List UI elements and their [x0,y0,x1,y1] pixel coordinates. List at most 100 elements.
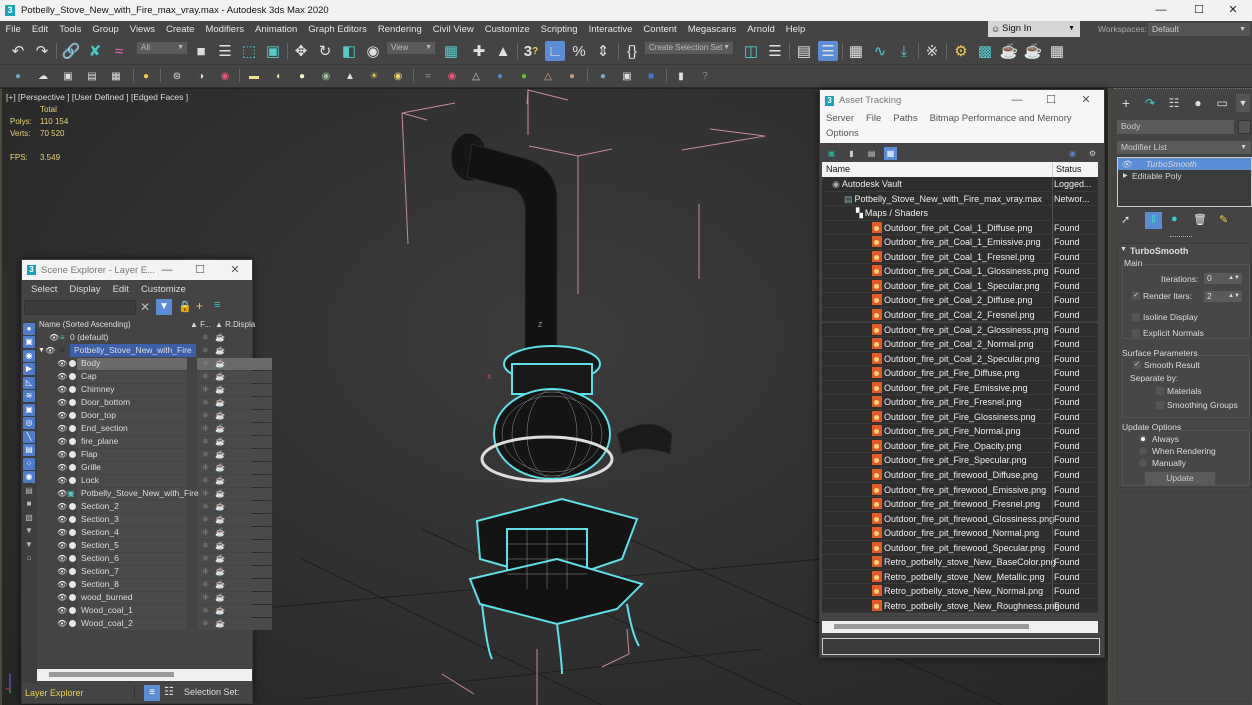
image-icon[interactable]: ▣ [61,69,75,83]
render-in-cloud-icon[interactable]: ☕ [1023,41,1043,61]
window-crossing-icon[interactable]: ▣ [263,41,283,61]
manually-radio[interactable] [1139,459,1147,467]
asset-file-row[interactable]: Outdoor_fire_pit_Coal_2_Glossiness.png Fo… [822,322,1098,337]
visibility-eye-icon[interactable]: 👁 [57,396,67,409]
invert-display-icon[interactable]: ▧ [23,512,35,524]
always-radio[interactable] [1139,435,1147,443]
object-row[interactable]: 👁 Wood_coal_1 ⁜ ☕ [37,604,272,617]
visibility-eye-icon[interactable]: 👁 [57,422,67,435]
keyboard-shortcut-override-icon[interactable]: ▲ [493,41,513,61]
visibility-eye-icon[interactable]: 👁 [57,435,67,448]
spinner-arrows-icon[interactable]: ▲▼ [1228,273,1240,284]
sort-by-layers-icon[interactable]: ≡ [144,685,160,701]
rectangular-selection-icon[interactable]: ⬚ [239,41,259,61]
materials-checkbox[interactable] [1156,387,1164,395]
display-cameras-icon[interactable]: ▶ [23,363,35,375]
display-containers-icon[interactable]: ▤ [23,444,35,456]
show-end-result-icon[interactable]: ‖ [1145,212,1162,229]
smoothing-groups-checkbox[interactable] [1156,401,1164,409]
align-icon[interactable]: ☰ [765,41,785,61]
select-object-icon[interactable]: ■ [191,41,211,61]
menu-edit[interactable]: Edit [26,24,53,35]
freeze-icon[interactable]: ⁜ [202,487,209,500]
maximize-button[interactable]: ☐ [1180,0,1218,21]
explorer-mode-dropdown[interactable]: Layer Explorer [25,686,135,700]
selection-set-label[interactable]: Selection Set: [184,687,240,697]
minimize-button[interactable]: — [152,260,182,280]
angle-snap-icon[interactable]: ∟ [545,41,565,61]
object-name[interactable]: End_section [81,422,128,435]
menu-megascans[interactable]: Megascans [682,24,742,35]
close-button[interactable]: ✕ [1214,0,1252,21]
freeze-icon[interactable]: ⁜ [202,331,209,344]
asset-file-row[interactable]: Retro_potbelly_stove_New_Normal.png Found [822,584,1098,599]
menu-interactive[interactable]: Interactive [583,24,638,35]
renderable-teapot-icon[interactable]: ☕ [215,422,225,435]
freeze-icon[interactable]: ⁜ [202,396,209,409]
asset-tracking-titlebar[interactable]: 3 Asset Tracking — ☐ ✕ [820,90,1104,111]
scrollbar-thumb[interactable] [49,672,174,677]
bind-space-warp-icon[interactable]: ≈ [109,41,129,61]
freeze-icon[interactable]: ⁜ [202,604,209,617]
asset-file-row[interactable]: Outdoor_fire_pit_firewood_Normal.png Foun… [822,526,1098,541]
menu-customize[interactable]: Customize [479,24,535,35]
modifier-stack-item[interactable]: 👁 TurboSmooth [1118,158,1251,170]
utilities-tab-icon[interactable]: ▼ [1236,94,1250,112]
menu-group[interactable]: Group [87,24,124,35]
minimize-button[interactable]: — [1002,90,1032,110]
column-display[interactable]: Displa [233,319,255,331]
display-groups-icon[interactable]: ▣ [23,403,35,416]
at-menu-options[interactable]: Options [820,128,865,139]
curve-editor-icon[interactable]: ∿ [870,41,890,61]
move-icon[interactable]: ✥ [291,41,311,61]
object-row[interactable]: 👁 Cap ⁜ ☕ [37,370,272,383]
freeze-icon[interactable]: ⁜ [202,565,209,578]
object-row[interactable]: 👁 Flap ⁜ ☕ [37,448,272,461]
asset-file-row[interactable]: Retro_potbelly_stove_New_BaseColor.png Fo… [822,555,1098,570]
object-name[interactable]: Section_3 [81,513,119,526]
asset-file-row[interactable]: Outdoor_fire_pit_Fire_Specular.png Found [822,453,1098,468]
select-manipulate-icon[interactable]: ✚ [469,41,489,61]
visibility-eye-icon[interactable]: 👁 [57,578,67,591]
add-layer-icon[interactable]: + [196,299,203,313]
search-input[interactable] [24,300,136,315]
viewport-layouts-icon[interactable]: ▦ [1047,41,1067,61]
fur-icon[interactable]: ≈ [421,69,435,83]
rock-icon[interactable]: ● [565,69,579,83]
asset-file-row[interactable]: Outdoor_fire_pit_firewood_Specular.png Fo… [822,540,1098,556]
ribbon-icon[interactable]: ▦ [846,41,866,61]
asset-file-row[interactable]: Outdoor_fire_pit_Coal_2_Normal.png Found [822,337,1098,352]
link-icon[interactable]: 🔗 [61,41,81,61]
layer-name[interactable]: 0 (default) [70,331,108,344]
cone-icon[interactable]: ▲ [343,69,357,83]
renderable-teapot-icon[interactable]: ☕ [215,331,225,344]
smooth-result-checkbox[interactable]: ✓ [1133,361,1141,369]
filter-settings-icon[interactable]: ▼ [23,525,35,537]
asset-file-row[interactable]: Outdoor_fire_pit_Coal_2_Fresnel.png Found [822,307,1098,323]
display-helpers-icon[interactable]: ◺ [23,376,35,389]
object-row[interactable]: 👁 Door_bottom ⁜ ☕ [37,396,272,409]
display-none-icon[interactable]: ■ [23,498,35,510]
collapse-icon[interactable]: ▼ [1120,246,1127,253]
visibility-eye-icon[interactable]: 👁 [45,344,55,357]
renderable-teapot-icon[interactable]: ☕ [215,591,225,604]
workspaces-dropdown[interactable]: Default ▼ [1148,23,1250,36]
rendered-frame-window-icon[interactable]: ▩ [975,41,995,61]
freeze-icon[interactable]: ⁜ [202,461,209,474]
object-row[interactable]: 👁 Body ⁜ ☕ [37,357,272,370]
layer-row[interactable]: ▼ 👁 ≡ Potbelly_Stove_New_with_Fire ⁜ ☕ [37,344,252,357]
sphere-light-icon[interactable]: ● [295,69,309,83]
renderable-teapot-icon[interactable]: ☕ [215,396,225,409]
object-name[interactable]: Wood_coal_2 [81,617,133,630]
camera-icon[interactable]: ⊜ [170,69,184,83]
object-name[interactable]: Grille [81,461,101,474]
display-xrefs-icon[interactable]: ◎ [23,417,35,429]
modifier-stack-item[interactable]: ▶ Editable Poly [1118,170,1251,182]
object-row[interactable]: 👁 Section_8 ⁜ ☕ [37,578,272,591]
maximize-button[interactable]: ☐ [1036,90,1066,110]
iterations-spinner[interactable]: 0 ▲▼ [1204,273,1242,284]
object-row[interactable]: 👁 fire_plane ⁜ ☕ [37,435,272,448]
freeze-icon[interactable]: ⁜ [202,617,209,630]
toggle-scene-explorer-icon[interactable]: ▤ [794,41,814,61]
object-row[interactable]: 👁 Section_4 ⁜ ☕ [37,526,272,539]
